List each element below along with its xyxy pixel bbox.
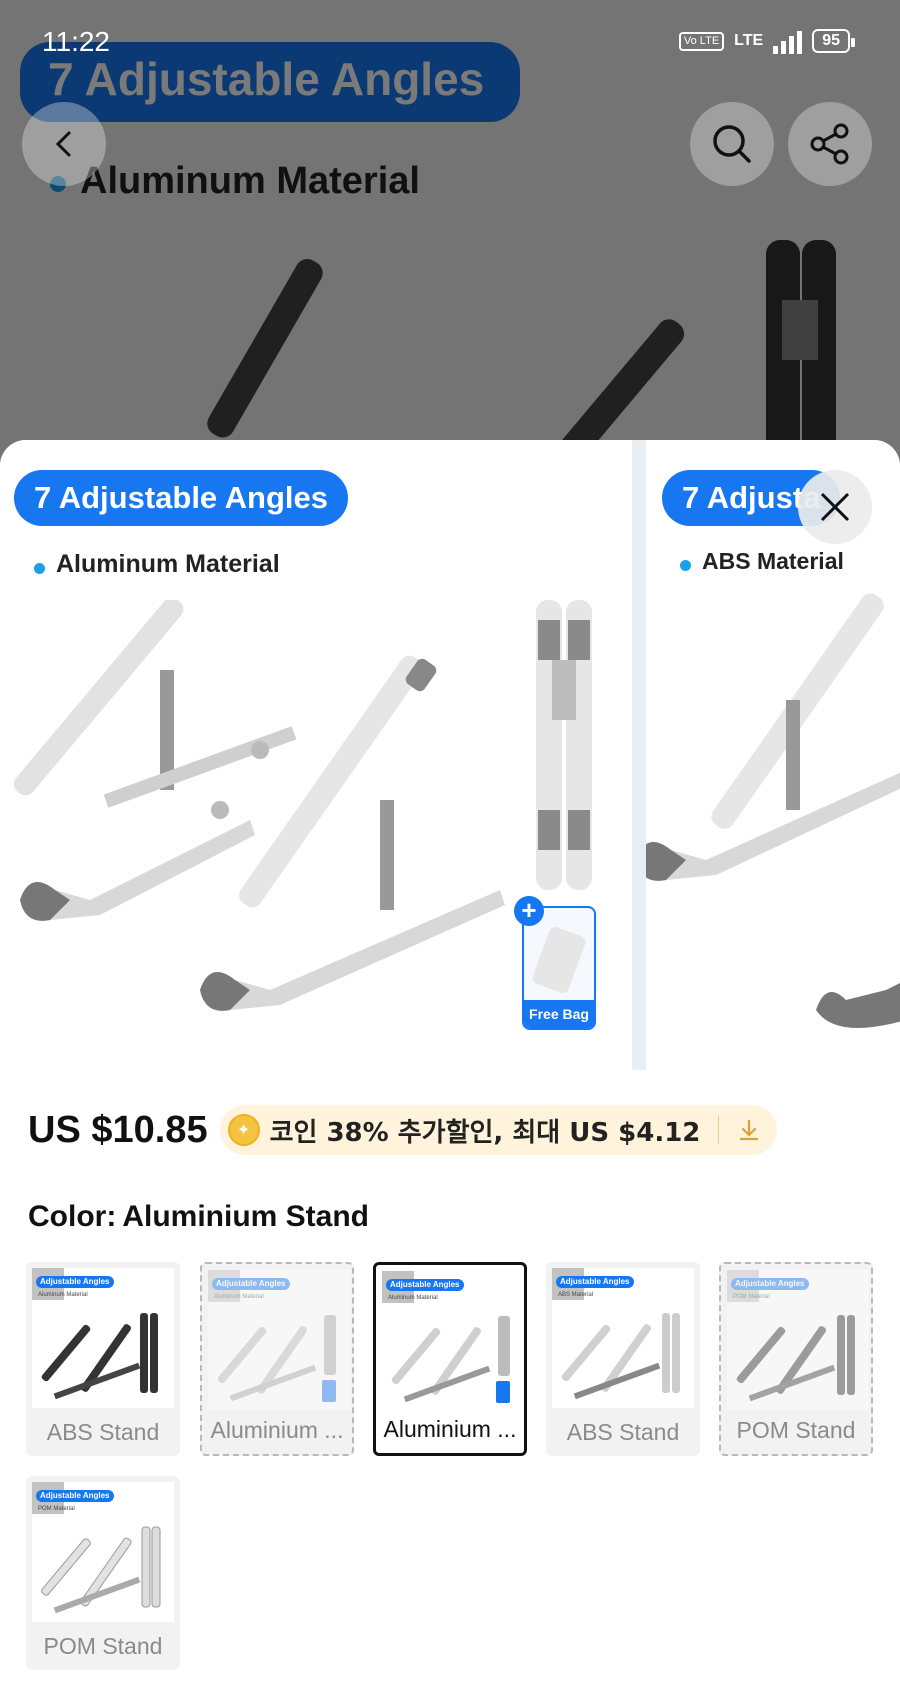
battery-icon: 95 bbox=[812, 29, 855, 53]
background-product-page: 7 Adjustable Angles Aluminum Material bbox=[0, 0, 900, 470]
option-label: Aluminium ... bbox=[383, 1416, 517, 1442]
option-thumbnail: Adjustable Angles POM Material bbox=[727, 1270, 869, 1410]
option-label: ABS Stand bbox=[566, 1419, 680, 1445]
search-button[interactable] bbox=[690, 102, 774, 186]
laptop-stand-image bbox=[13, 600, 505, 1011]
option-label: POM Stand bbox=[736, 1417, 856, 1443]
carousel-slide-1[interactable]: 7 Adjustable Angles Aluminum Material Fr… bbox=[0, 440, 632, 1070]
stand-thumbnail-image bbox=[41, 1313, 158, 1400]
option-label: POM Stand bbox=[43, 1633, 163, 1659]
option-thumbnail: Adjustable Angles Aluminum Material bbox=[208, 1270, 350, 1410]
stand-thumbnail-image bbox=[41, 1526, 161, 1614]
download-icon[interactable] bbox=[737, 1118, 761, 1142]
slide-material: Aluminum Material bbox=[56, 550, 280, 578]
sku-selector-sheet: 7 Adjustable Angles Aluminum Material Fr… bbox=[0, 440, 900, 1690]
option-label: Aluminium ... bbox=[210, 1417, 344, 1443]
laptop-stand-image-2 bbox=[646, 593, 900, 1028]
back-button[interactable] bbox=[22, 102, 106, 186]
price-row: US $10.85 ✦ 코인 38% 추가할인, 최대 US $4.12 bbox=[28, 1100, 778, 1160]
price: US $10.85 bbox=[28, 1108, 208, 1151]
share-button[interactable] bbox=[788, 102, 872, 186]
option-label: ABS Stand bbox=[46, 1419, 160, 1445]
image-carousel[interactable]: 7 Adjustable Angles Aluminum Material Fr… bbox=[0, 440, 900, 1070]
coin-divider bbox=[718, 1116, 720, 1144]
coin-icon: ✦ bbox=[227, 1114, 260, 1146]
stand-thumbnail-image bbox=[217, 1315, 336, 1402]
search-icon bbox=[713, 125, 751, 163]
color-label-key: Color: bbox=[28, 1200, 117, 1233]
option-thumbnail: Adjustable Angles Aluminum Material bbox=[32, 1268, 174, 1408]
option-thumbnail: Adjustable Angles Aluminum Material bbox=[382, 1271, 524, 1411]
color-option-abs-stand[interactable]: Adjustable Angles Aluminum Material ABS … bbox=[26, 1262, 180, 1456]
material-bullet-2 bbox=[680, 560, 691, 571]
slide-divider bbox=[632, 440, 646, 1070]
background-stand-image bbox=[207, 240, 836, 470]
material-bullet bbox=[34, 563, 45, 574]
signal-icon bbox=[773, 28, 803, 54]
color-option-aluminium-1[interactable]: Adjustable Angles Aluminum Material Alum… bbox=[200, 1262, 354, 1456]
free-bag-label: Free Bag bbox=[524, 1000, 594, 1028]
slide-title-pill: 7 Adjustable Angles bbox=[14, 470, 348, 526]
color-option-pom-stand-2[interactable]: Adjustable Angles POM Material POM Stand bbox=[26, 1476, 180, 1670]
back-arrow-icon bbox=[55, 131, 71, 157]
color-selected-value: Aluminium Stand bbox=[122, 1200, 369, 1233]
option-thumbnail: Adjustable Angles POM Material bbox=[32, 1482, 174, 1622]
option-thumbnail: Adjustable Angles ABS Material bbox=[552, 1268, 694, 1408]
carousel-slide-2[interactable]: 7 Adjusta ABS Material bbox=[646, 440, 900, 1070]
stand-thumbnail-image bbox=[561, 1313, 680, 1400]
share-icon bbox=[810, 123, 849, 165]
color-option-pom-stand-1[interactable]: Adjustable Angles POM Material POM Stand bbox=[719, 1262, 873, 1456]
color-option-aluminium-selected[interactable]: Adjustable Angles Aluminum Material Alum… bbox=[373, 1262, 527, 1456]
stand-thumbnail-image bbox=[391, 1316, 510, 1403]
folded-stand-image bbox=[536, 600, 592, 890]
lte-label: LTE bbox=[734, 32, 764, 49]
stand-thumbnail-image bbox=[736, 1315, 855, 1402]
slide-material-2: ABS Material bbox=[702, 548, 844, 574]
coin-discount-pill[interactable]: ✦ 코인 38% 추가할인, 최대 US $4.12 bbox=[219, 1105, 778, 1155]
plus-icon: + bbox=[514, 896, 544, 926]
status-time: 11:22 bbox=[42, 26, 110, 57]
status-indicators: Vo LTE LTE 95 bbox=[678, 28, 855, 54]
coin-discount-text: 코인 38% 추가할인, 최대 US $4.12 bbox=[269, 1117, 701, 1148]
volte-icon: Vo LTE bbox=[678, 31, 725, 51]
color-label: Color: Aluminium Stand bbox=[28, 1200, 369, 1234]
close-button[interactable] bbox=[798, 470, 872, 544]
status-bar: 11:22 Vo LTE LTE 95 bbox=[0, 0, 900, 57]
close-icon bbox=[820, 492, 850, 522]
color-option-abs-stand-2[interactable]: Adjustable Angles ABS Material ABS Stand bbox=[546, 1262, 700, 1456]
